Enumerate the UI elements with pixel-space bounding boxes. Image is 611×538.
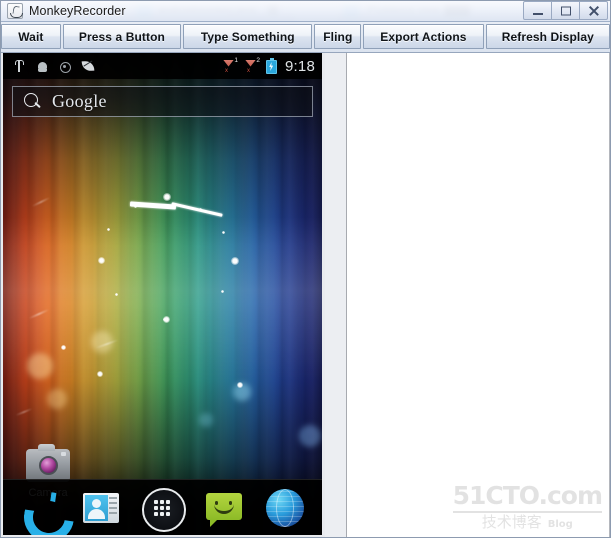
signal-bars-icon-1: 1 x [222, 56, 238, 74]
wallpaper-dot [221, 290, 224, 293]
close-icon [588, 5, 600, 17]
wallpaper-dot [115, 293, 118, 296]
window-content: 1 x 2 x 9:18 Google [0, 53, 611, 538]
signal-state-label: x [225, 67, 228, 74]
status-left-icons [12, 59, 95, 73]
maximize-icon [560, 6, 571, 15]
monkeyrecorder-window: MonkeyRecorder Wait Press a Button Type … [0, 0, 611, 538]
wait-button[interactable]: Wait [1, 24, 61, 49]
sim-index-label: 1 [234, 56, 238, 64]
camera-viewfinder-hump [38, 444, 55, 451]
main-toolbar: Wait Press a Button Type Something Fling… [0, 22, 611, 53]
wallpaper-dot [97, 371, 103, 377]
wallpaper-dot [61, 345, 66, 350]
people-lines [109, 496, 118, 499]
signal-state-label: x [247, 67, 250, 74]
minimize-button[interactable] [523, 1, 552, 20]
wallpaper-bokeh [47, 389, 67, 409]
status-right-icons: 1 x 2 x 9:18 [222, 56, 315, 75]
android-status-bar: 1 x 2 x 9:18 [3, 53, 322, 79]
android-robot-icon [35, 59, 49, 73]
wallpaper-bokeh [299, 425, 321, 447]
wallpaper-dot [222, 231, 225, 234]
window-controls [523, 1, 608, 20]
window-titlebar[interactable]: MonkeyRecorder [0, 0, 611, 22]
wallpaper-dot [163, 193, 171, 201]
people-head [92, 498, 102, 508]
wallpaper-glow-band [3, 216, 322, 381]
sim-index-label: 2 [256, 56, 260, 64]
camera-flash [61, 452, 66, 456]
google-label: Google [52, 91, 107, 111]
minimize-icon [532, 12, 543, 15]
wallpaper-dot [231, 257, 239, 265]
maximize-button[interactable] [551, 1, 580, 20]
press-a-button-button[interactable]: Press a Button [62, 24, 182, 49]
window-title: MonkeyRecorder [29, 3, 126, 18]
signal-bars-icon-2: 2 x [244, 56, 260, 74]
android-dock [3, 479, 322, 535]
wallpaper-dot [163, 318, 166, 321]
java-coffee-icon [7, 2, 23, 19]
messaging-tail [209, 518, 218, 527]
export-actions-button[interactable]: Export Actions [363, 24, 484, 49]
wallpaper-bokeh [199, 413, 213, 427]
type-something-button[interactable]: Type Something [183, 24, 313, 49]
pane-divider[interactable] [325, 53, 347, 538]
titlebar-left: MonkeyRecorder [0, 0, 126, 22]
battery-cap [269, 58, 274, 60]
close-button[interactable] [579, 1, 608, 20]
actions-pane: 51CTO.com 技术博客 Blog [347, 53, 611, 538]
usb-icon [12, 59, 26, 73]
wallpaper-dot [237, 382, 243, 388]
device-screen[interactable]: 1 x 2 x 9:18 Google [3, 53, 322, 535]
camera-lens [39, 456, 58, 475]
battery-charging-icon [266, 58, 277, 74]
wallpaper-dot [98, 257, 105, 264]
globe-parallel [276, 488, 295, 527]
signal-bars-glyph [223, 59, 234, 67]
search-magnifier-icon [24, 93, 41, 110]
status-clock: 9:18 [285, 57, 315, 75]
leaf-icon [81, 59, 95, 73]
wallpaper-dot [107, 228, 110, 231]
fling-button[interactable]: Fling [314, 24, 362, 49]
dock-item-browser[interactable] [262, 485, 308, 531]
app-drawer-grid [154, 499, 171, 516]
wallpaper-bokeh [27, 353, 53, 379]
device-screen-pane: 1 x 2 x 9:18 Google [0, 53, 325, 538]
dock-item-people[interactable] [78, 485, 124, 531]
dock-item-messaging[interactable] [201, 485, 247, 531]
screenshot-root: androidmonkey.java Problems view MonkeyR… [0, 0, 611, 538]
dock-item-phone[interactable] [17, 485, 63, 531]
dock-item-app-drawer[interactable] [139, 485, 187, 532]
google-search-widget[interactable]: Google [12, 86, 313, 117]
camera-icon [26, 444, 70, 482]
recorded-actions-list[interactable] [347, 53, 610, 538]
signal-bars-glyph [245, 59, 256, 67]
refresh-display-button[interactable]: Refresh Display [485, 24, 610, 49]
circle-icon [58, 59, 72, 73]
